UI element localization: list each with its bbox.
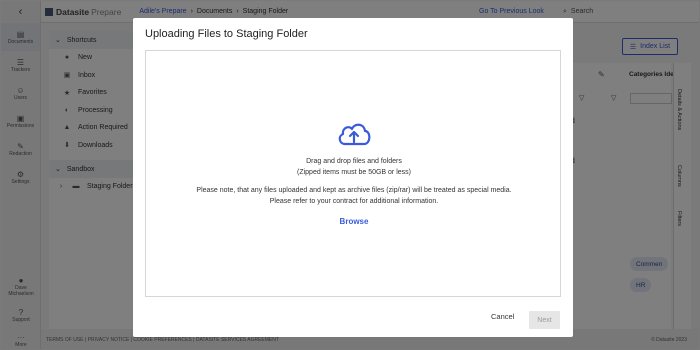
app-window: ‹ ▤ Documents ☰ Trackers ☺ Users ▣ Permi…	[0, 0, 700, 350]
contract-note: Please refer to your contract for additi…	[269, 198, 439, 205]
archive-note: Please note, that any files uploaded and…	[196, 187, 512, 194]
cloud-upload-icon	[338, 123, 371, 146]
upload-dialog: Uploading Files to Staging Folder Drag a…	[133, 18, 573, 337]
drop-zone[interactable]: Drag and drop files and folders (Zipped …	[145, 50, 561, 297]
dialog-title: Uploading Files to Staging Folder	[145, 28, 308, 40]
browse-link[interactable]: Browse	[146, 217, 562, 226]
zip-size-note: (Zipped items must be 50GB or less)	[297, 169, 411, 176]
drag-drop-text: Drag and drop files and folders	[306, 158, 402, 165]
next-button[interactable]: Next	[529, 311, 560, 329]
cancel-button[interactable]: Cancel	[491, 312, 514, 321]
